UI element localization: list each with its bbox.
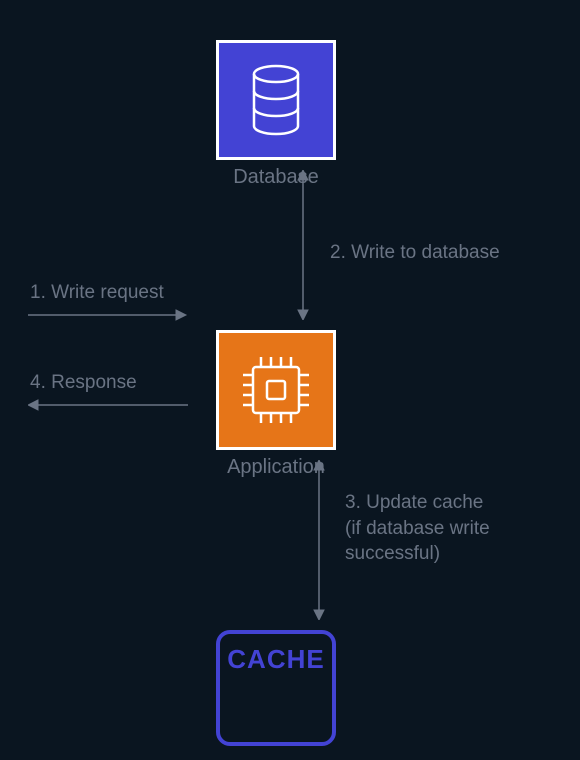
arrow-2-write-database	[294, 170, 312, 320]
step-3-line1: 3. Update cache	[345, 492, 483, 513]
database-node	[216, 40, 336, 160]
step-2-label: 2. Write to database	[330, 240, 500, 266]
cpu-icon	[237, 351, 315, 429]
step-3-line3: successful)	[345, 543, 440, 564]
step-1-label: 1. Write request	[30, 280, 164, 306]
cache-node: CACHE	[216, 630, 336, 746]
step-3-label: 3. Update cache (if database write succe…	[345, 490, 525, 567]
application-node	[216, 330, 336, 450]
arrow-1-write-request	[28, 306, 188, 324]
arrow-3-update-cache	[310, 460, 328, 620]
database-label: Database	[216, 166, 336, 189]
cache-text: CACHE	[227, 644, 324, 675]
arrow-4-response	[28, 396, 188, 414]
step-3-line2: (if database write	[345, 518, 490, 539]
database-icon	[246, 63, 306, 137]
step-4-label: 4. Response	[30, 370, 137, 396]
